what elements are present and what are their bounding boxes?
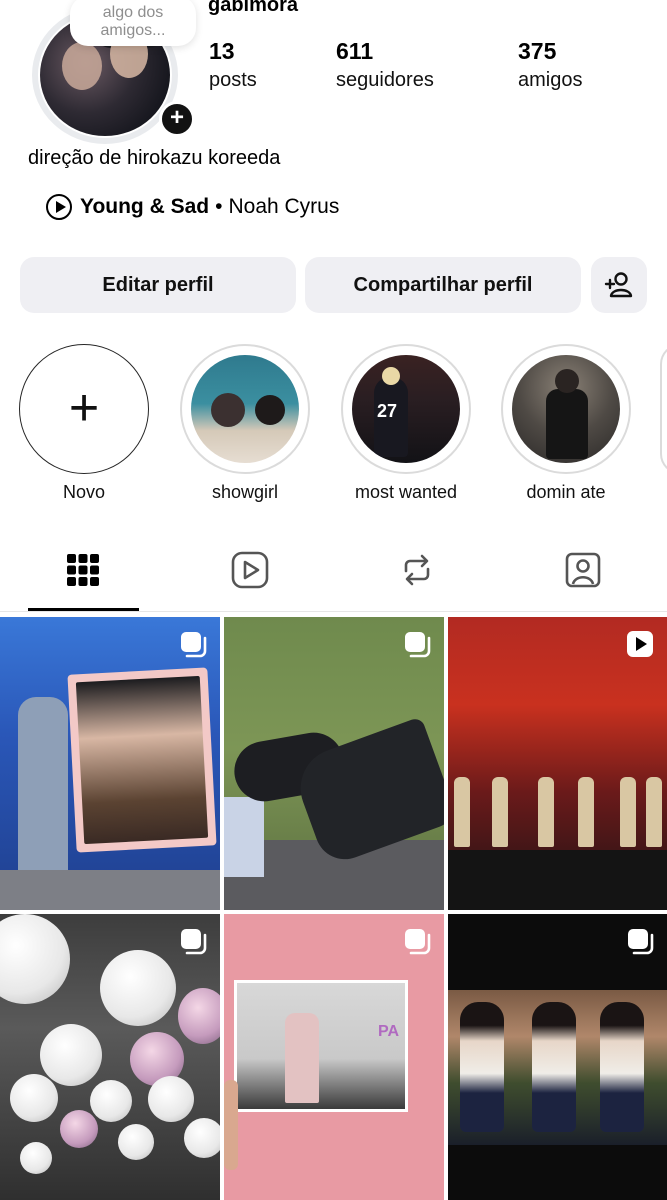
highlight-label: showgirl: [211, 482, 279, 502]
add-story-icon[interactable]: +: [159, 101, 195, 137]
highlight-cover: [512, 355, 620, 463]
post-thumbnail[interactable]: [448, 617, 667, 910]
highlight-showgirl[interactable]: showgirl: [180, 344, 310, 503]
tab-posts-grid[interactable]: [28, 530, 138, 610]
highlight-label: Novo: [62, 482, 106, 502]
post-thumbnail[interactable]: [0, 617, 220, 910]
carousel-icon: [181, 929, 207, 955]
highlight-new[interactable]: + Novo: [19, 344, 149, 503]
friends-label: amigos: [518, 69, 583, 91]
music-separator: •: [215, 195, 223, 218]
plus-icon: +: [68, 379, 100, 437]
post-thumbnail[interactable]: [448, 914, 667, 1200]
followers-value: 611: [336, 38, 374, 64]
highlight-label: domin ate: [526, 482, 606, 502]
highlight-partial[interactable]: [660, 344, 667, 474]
carousel-icon: [405, 929, 431, 955]
highlight-most-wanted[interactable]: 27 most wanted: [341, 344, 471, 503]
song-title: Young & Sad: [80, 195, 210, 218]
highlight-label: most wanted: [354, 482, 458, 502]
note-bubble[interactable]: algo dos amigos...: [70, 0, 196, 46]
tab-divider: [0, 611, 667, 612]
tab-reels[interactable]: [195, 530, 305, 610]
profile-avatar-container[interactable]: algo dos amigos... +: [28, 0, 196, 144]
song-artist: Noah Cyrus: [228, 195, 340, 218]
grid-icon: [67, 554, 99, 586]
reposts-icon: [404, 554, 430, 586]
reel-icon: [627, 631, 653, 657]
followers-label: seguidores: [336, 69, 434, 91]
edit-profile-button[interactable]: Editar perfil: [20, 257, 296, 313]
highlight-domin-ate[interactable]: domin ate: [501, 344, 631, 503]
carousel-icon: [181, 632, 207, 658]
tab-reposts[interactable]: [362, 530, 472, 610]
play-icon[interactable]: [46, 194, 72, 220]
friends-value: 375: [518, 38, 557, 64]
highlight-cover: 27: [352, 355, 460, 463]
add-person-icon: [604, 272, 633, 298]
note-text: algo dos amigos...: [100, 4, 166, 39]
followers-count[interactable]: 611 seguidores: [336, 38, 434, 92]
profile-music[interactable]: Young & Sad • Noah Cyrus: [46, 194, 339, 220]
posts-value: 13: [209, 38, 235, 64]
tab-tagged[interactable]: [528, 530, 638, 610]
posts-count[interactable]: 13 posts: [209, 38, 257, 92]
discover-people-button[interactable]: [591, 257, 647, 313]
post-thumbnail[interactable]: [0, 914, 220, 1200]
friends-count[interactable]: 375 amigos: [518, 38, 582, 92]
posts-label: posts: [209, 69, 257, 91]
post-thumbnail[interactable]: PA: [224, 914, 444, 1200]
username: gabimora: [208, 0, 299, 16]
highlight-cover: [191, 355, 299, 463]
carousel-icon: [628, 929, 654, 955]
post-thumbnail[interactable]: [224, 617, 444, 910]
share-profile-button[interactable]: Compartilhar perfil: [305, 257, 581, 313]
carousel-icon: [405, 632, 431, 658]
tagged-icon: [565, 552, 601, 588]
bio-text: direção de hirokazu koreeda: [28, 147, 281, 169]
reels-icon: [231, 551, 269, 589]
